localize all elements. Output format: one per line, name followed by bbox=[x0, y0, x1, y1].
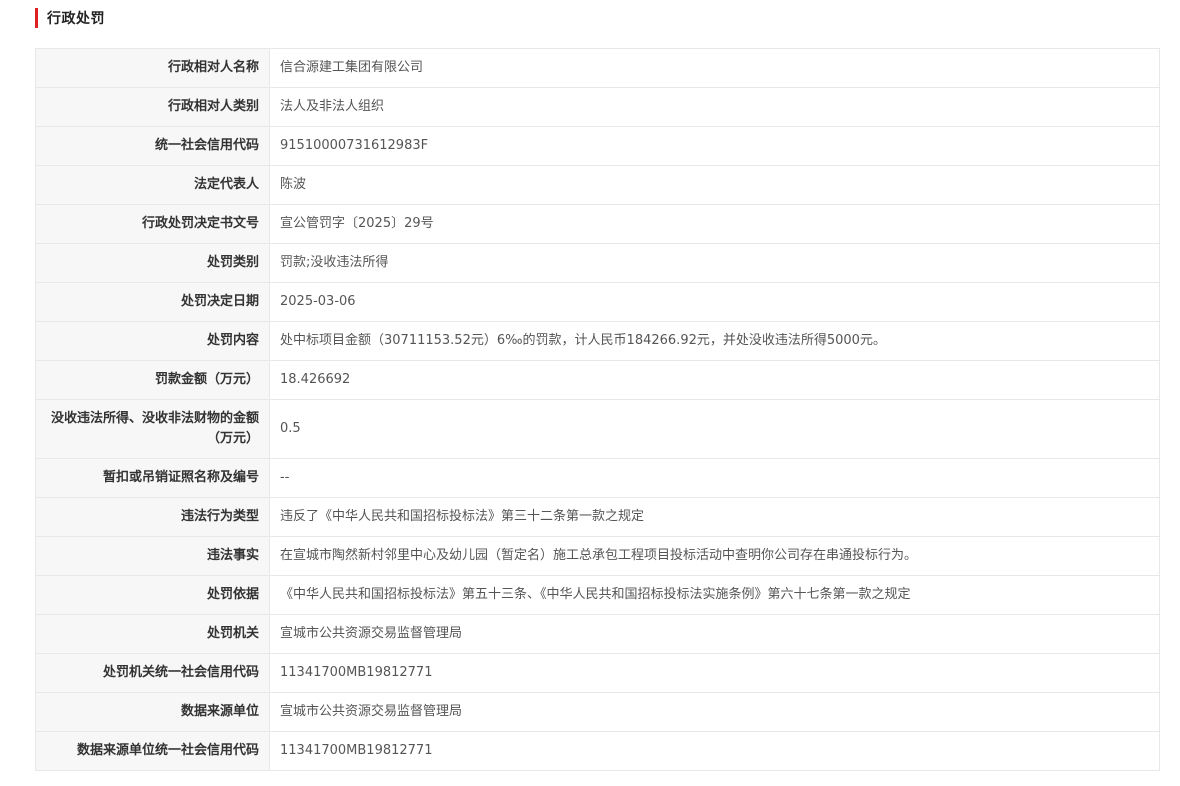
table-row: 数据来源单位 宣城市公共资源交易监督管理局 bbox=[35, 692, 1160, 732]
field-label: 数据来源单位统一社会信用代码 bbox=[35, 731, 270, 771]
field-label: 行政处罚决定书文号 bbox=[35, 204, 270, 244]
field-value: 宣城市公共资源交易监督管理局 bbox=[269, 614, 1160, 654]
field-label: 处罚机关 bbox=[35, 614, 270, 654]
field-value: -- bbox=[269, 458, 1160, 498]
field-label: 法定代表人 bbox=[35, 165, 270, 205]
table-row: 处罚内容 处中标项目金额（30711153.52元）6‰的罚款，计人民币1842… bbox=[35, 321, 1160, 361]
field-label: 处罚决定日期 bbox=[35, 282, 270, 322]
table-row: 行政处罚决定书文号 宣公管罚字〔2025〕29号 bbox=[35, 204, 1160, 244]
table-row: 处罚依据 《中华人民共和国招标投标法》第五十三条、《中华人民共和国招标投标法实施… bbox=[35, 575, 1160, 615]
penalty-info-table: 行政相对人名称 信合源建工集团有限公司 行政相对人类别 法人及非法人组织 统一社… bbox=[35, 48, 1160, 771]
table-row: 处罚机关 宣城市公共资源交易监督管理局 bbox=[35, 614, 1160, 654]
field-value: 违反了《中华人民共和国招标投标法》第三十二条第一款之规定 bbox=[269, 497, 1160, 537]
field-value: 0.5 bbox=[269, 399, 1160, 459]
field-label: 罚款金额（万元） bbox=[35, 360, 270, 400]
field-value: 信合源建工集团有限公司 bbox=[269, 48, 1160, 88]
section-accent-bar bbox=[35, 8, 38, 28]
table-row: 违法事实 在宣城市陶然新村邻里中心及幼儿园（暂定名）施工总承包工程项目投标活动中… bbox=[35, 536, 1160, 576]
table-row: 处罚决定日期 2025-03-06 bbox=[35, 282, 1160, 322]
table-row: 没收违法所得、没收非法财物的金额（万元） 0.5 bbox=[35, 399, 1160, 459]
field-value: 11341700MB19812771 bbox=[269, 653, 1160, 693]
table-row: 暂扣或吊销证照名称及编号 -- bbox=[35, 458, 1160, 498]
field-value: 在宣城市陶然新村邻里中心及幼儿园（暂定名）施工总承包工程项目投标活动中查明你公司… bbox=[269, 536, 1160, 576]
field-value: 法人及非法人组织 bbox=[269, 87, 1160, 127]
field-value: 陈波 bbox=[269, 165, 1160, 205]
field-label: 处罚类别 bbox=[35, 243, 270, 283]
section-header: 行政处罚 bbox=[35, 7, 105, 29]
field-label: 违法事实 bbox=[35, 536, 270, 576]
field-value: 罚款;没收违法所得 bbox=[269, 243, 1160, 283]
table-row: 处罚类别 罚款;没收违法所得 bbox=[35, 243, 1160, 283]
field-label: 违法行为类型 bbox=[35, 497, 270, 537]
field-value: 宣城市公共资源交易监督管理局 bbox=[269, 692, 1160, 732]
field-label: 统一社会信用代码 bbox=[35, 126, 270, 166]
field-label: 行政相对人名称 bbox=[35, 48, 270, 88]
table-row: 行政相对人类别 法人及非法人组织 bbox=[35, 87, 1160, 127]
field-value: 宣公管罚字〔2025〕29号 bbox=[269, 204, 1160, 244]
field-value: 《中华人民共和国招标投标法》第五十三条、《中华人民共和国招标投标法实施条例》第六… bbox=[269, 575, 1160, 615]
field-label: 暂扣或吊销证照名称及编号 bbox=[35, 458, 270, 498]
field-value: 处中标项目金额（30711153.52元）6‰的罚款，计人民币184266.92… bbox=[269, 321, 1160, 361]
field-label: 处罚机关统一社会信用代码 bbox=[35, 653, 270, 693]
field-label: 没收违法所得、没收非法财物的金额（万元） bbox=[35, 399, 270, 459]
field-value: 2025-03-06 bbox=[269, 282, 1160, 322]
field-label: 处罚内容 bbox=[35, 321, 270, 361]
field-value: 11341700MB19812771 bbox=[269, 731, 1160, 771]
section-title: 行政处罚 bbox=[47, 11, 105, 27]
field-label: 处罚依据 bbox=[35, 575, 270, 615]
table-row: 行政相对人名称 信合源建工集团有限公司 bbox=[35, 48, 1160, 88]
table-row: 统一社会信用代码 91510000731612983F bbox=[35, 126, 1160, 166]
field-value: 91510000731612983F bbox=[269, 126, 1160, 166]
field-label: 数据来源单位 bbox=[35, 692, 270, 732]
field-value: 18.426692 bbox=[269, 360, 1160, 400]
table-row: 罚款金额（万元） 18.426692 bbox=[35, 360, 1160, 400]
table-row: 处罚机关统一社会信用代码 11341700MB19812771 bbox=[35, 653, 1160, 693]
table-row: 数据来源单位统一社会信用代码 11341700MB19812771 bbox=[35, 731, 1160, 771]
table-row: 法定代表人 陈波 bbox=[35, 165, 1160, 205]
table-row: 违法行为类型 违反了《中华人民共和国招标投标法》第三十二条第一款之规定 bbox=[35, 497, 1160, 537]
field-label: 行政相对人类别 bbox=[35, 87, 270, 127]
